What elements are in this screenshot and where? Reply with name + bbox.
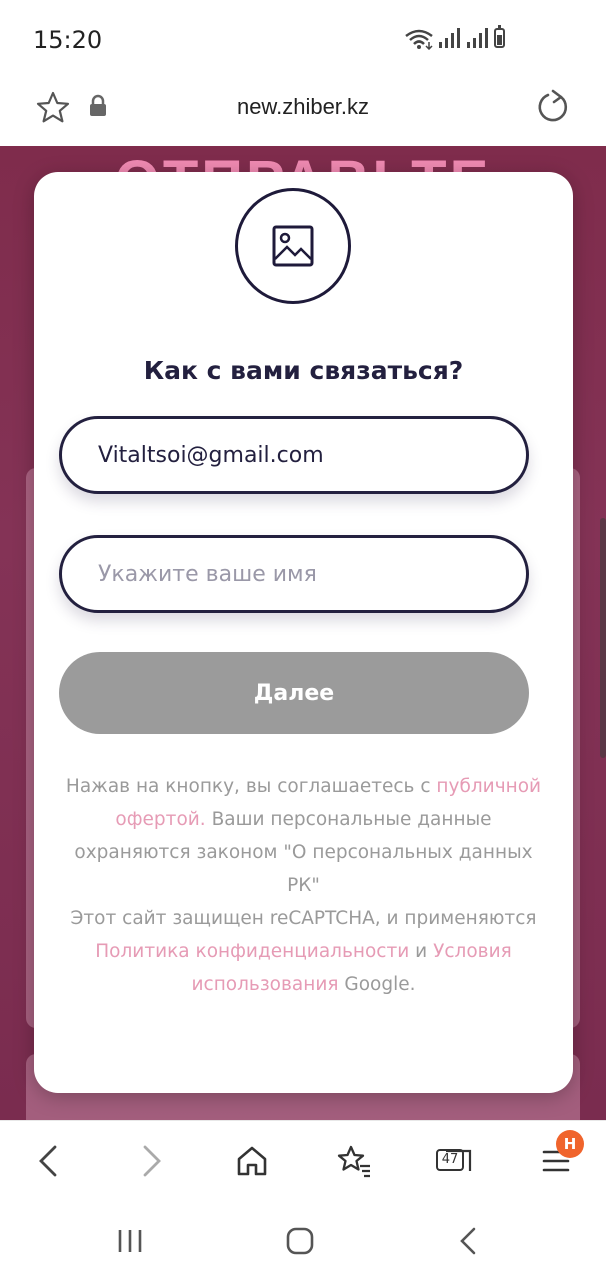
disclaimer-part3: Этот сайт защищен reCAPTCHA, и применяют… bbox=[70, 908, 537, 929]
forward-icon bbox=[143, 1145, 161, 1177]
email-input[interactable] bbox=[96, 441, 526, 469]
recent-apps-icon[interactable] bbox=[116, 1228, 144, 1254]
status-time: 15:20 bbox=[33, 26, 103, 54]
forward-button[interactable] bbox=[130, 1139, 174, 1183]
privacy-link[interactable]: Политика конфиденциальности bbox=[95, 941, 409, 962]
image-placeholder[interactable] bbox=[235, 188, 351, 304]
disclaimer-text: Нажав на кнопку, вы соглашаетесь с публи… bbox=[64, 770, 543, 1001]
scrollbar[interactable] bbox=[600, 518, 606, 758]
browser-toolbar: new.zhiber.kz bbox=[0, 80, 606, 146]
bookmarks-button[interactable] bbox=[332, 1139, 376, 1183]
home-button[interactable] bbox=[230, 1139, 274, 1183]
disclaimer-part1: Нажав на кнопку, вы соглашаетесь с bbox=[65, 776, 431, 797]
home-icon bbox=[237, 1146, 267, 1176]
name-field[interactable] bbox=[59, 535, 529, 613]
status-bar: 15:20 bbox=[0, 0, 606, 80]
battery-icon bbox=[494, 25, 505, 48]
wifi-icon bbox=[405, 29, 433, 50]
email-field[interactable] bbox=[59, 416, 529, 494]
disclaimer-part4: Google. bbox=[344, 974, 416, 995]
disclaimer-and: и bbox=[415, 941, 428, 962]
reload-icon[interactable] bbox=[534, 88, 572, 126]
modal-title: Как с вами связаться? bbox=[143, 356, 464, 385]
tabs-count: 47 bbox=[436, 1149, 464, 1171]
back-button[interactable] bbox=[26, 1139, 70, 1183]
contact-modal: Как с вами связаться? Далее Нажав на кно… bbox=[34, 172, 573, 1093]
signal-icon-2 bbox=[467, 28, 488, 48]
next-button[interactable]: Далее bbox=[59, 652, 529, 734]
image-icon bbox=[272, 225, 314, 267]
menu-badge: H bbox=[556, 1130, 584, 1158]
signal-icon-1 bbox=[439, 28, 460, 48]
browser-bottom-nav: 47 bbox=[0, 1120, 606, 1201]
tabs-button[interactable]: 47 bbox=[434, 1139, 478, 1183]
system-navigation-bar bbox=[0, 1200, 606, 1280]
back-icon bbox=[39, 1145, 57, 1177]
system-back-icon[interactable] bbox=[458, 1227, 478, 1255]
name-input[interactable] bbox=[96, 560, 526, 588]
url-text[interactable]: new.zhiber.kz bbox=[0, 94, 606, 120]
bookmarks-icon bbox=[337, 1145, 370, 1178]
home-circle-icon[interactable] bbox=[286, 1227, 314, 1255]
